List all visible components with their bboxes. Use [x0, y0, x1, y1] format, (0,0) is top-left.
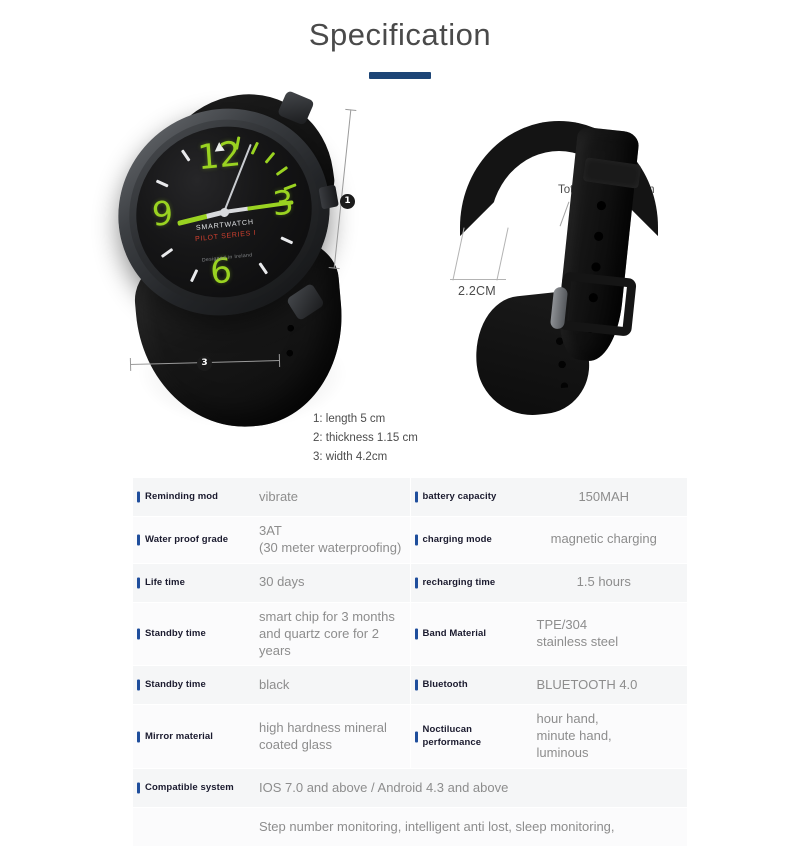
table-row: Standby time smart chip for 3 months and… — [133, 602, 688, 667]
page-header: Specification — [0, 0, 800, 80]
spec-value: vibrate — [259, 488, 299, 504]
table-row-left-half: Life time 30 days — [133, 563, 410, 602]
hands-center-cap — [219, 207, 229, 218]
page-title: Specification — [308, 17, 492, 52]
watch-crown — [318, 184, 339, 210]
spec-label: Band Material — [410, 602, 525, 666]
table-row: Reminding mod vibrate battery capacity 1… — [133, 478, 687, 517]
table-row: Standby time black Bluetooth BLUETOOTH 4… — [133, 666, 688, 706]
spec-value: TPE/304 stainless steel — [536, 617, 619, 650]
spec-value: magnetic charging — [550, 531, 657, 547]
spec-value: hour hand, minute hand, luminous — [536, 711, 612, 761]
spec-value: Step number monitoring, intelligent anti… — [259, 818, 615, 834]
table-row: Water proof grade 3AT (30 meter waterpro… — [133, 517, 687, 564]
spec-value: smart chip for 3 months and quartz core … — [259, 608, 395, 658]
spec-value: 150MAH — [578, 488, 630, 504]
table-row: Mirror material high hardness mineral co… — [133, 705, 688, 770]
band-width-dimension-line — [450, 227, 509, 283]
spec-label: recharging time — [410, 563, 525, 602]
spec-value: 3AT (30 meter waterproofing) — [259, 523, 402, 555]
watch-dial: 12 3 6 9 SMARTWATCH PILOT SERIES I Desig… — [130, 118, 318, 307]
band-buckle — [557, 271, 637, 337]
spec-label: Compatible system — [133, 769, 247, 808]
dimension-badge-1: 1 — [340, 194, 355, 210]
spec-label: charging mode — [410, 517, 525, 563]
table-row: Step number monitoring, intelligent anti… — [133, 808, 687, 847]
table-row-left-half: Standby time black — [133, 666, 410, 705]
spec-label: Life time — [133, 563, 247, 602]
watch-bezel: 12 3 6 9 SMARTWATCH PILOT SERIES I Desig… — [123, 110, 325, 314]
dial-numeral-9: 9 — [150, 192, 175, 234]
spec-value: BLUETOOTH 4.0 — [536, 677, 638, 692]
band-figure: Total length 235cm 2.2CM — [440, 79, 770, 449]
table-row-right-half: recharging time 1.5 hours — [410, 563, 688, 602]
spec-label: battery capacity — [410, 478, 525, 516]
spec-label: Standby time — [133, 666, 247, 705]
dimension-badge-3: 3 — [197, 356, 212, 372]
title-underline-rule — [369, 72, 431, 80]
table-row-right-half: Bluetooth BLUETOOTH 4.0 — [410, 666, 688, 705]
specification-table: Reminding mod vibrate battery capacity 1… — [133, 478, 687, 847]
band-width-label: 2.2CM — [458, 284, 496, 299]
spec-value: 1.5 hours — [576, 574, 631, 590]
product-figures: 12 3 6 9 SMARTWATCH PILOT SERIES I Desig… — [0, 79, 800, 463]
table-row-left-half: Water proof grade 3AT (30 meter waterpro… — [133, 517, 410, 563]
watch-height-dimension-line — [333, 109, 352, 269]
table-row-left-half: Standby time smart chip for 3 months and… — [133, 602, 410, 666]
spec-label-spacer — [133, 808, 247, 847]
watch-figure: 12 3 6 9 SMARTWATCH PILOT SERIES I Desig… — [100, 83, 430, 463]
spec-label: Bluetooth — [410, 666, 525, 705]
spec-value: 30 days — [259, 574, 305, 590]
table-row-right-half: Noctilucan performance hour hand, minute… — [410, 705, 688, 769]
spec-label: Standby time — [133, 602, 247, 666]
table-row: Life time 30 days recharging time 1.5 ho… — [133, 563, 688, 603]
table-row-right-half: Band Material TPE/304 stainless steel — [410, 602, 688, 666]
table-row: Compatible system IOS 7.0 and above / An… — [133, 769, 687, 809]
dimension-legend-line-3: 3: width 4.2cm — [313, 451, 388, 464]
spec-label: Mirror material — [133, 705, 247, 769]
watch-dimension-legend: 1: length 5 cm 2: thickness 1.15 cm 3: w… — [313, 410, 418, 467]
spec-value: black — [259, 677, 290, 692]
spec-value: IOS 7.0 and above / Android 4.3 and abov… — [259, 779, 509, 795]
spec-label: Water proof grade — [133, 517, 247, 563]
spec-label: Reminding mod — [133, 478, 247, 516]
table-row-left-half: Reminding mod vibrate — [133, 478, 410, 516]
table-row-left-half: Mirror material high hardness mineral co… — [133, 705, 410, 769]
dimension-legend-line-2: 2: thickness 1.15 cm — [313, 432, 418, 445]
spec-label: Noctilucan performance — [410, 705, 525, 769]
dimension-legend-line-1: 1: length 5 cm — [313, 413, 386, 426]
spec-value: high hardness mineral coated glass — [259, 719, 387, 752]
table-row-right-half: charging mode magnetic charging — [410, 517, 688, 563]
table-row-right-half: battery capacity 150MAH — [410, 478, 688, 516]
dial-numeral-12: 12 — [196, 134, 243, 179]
